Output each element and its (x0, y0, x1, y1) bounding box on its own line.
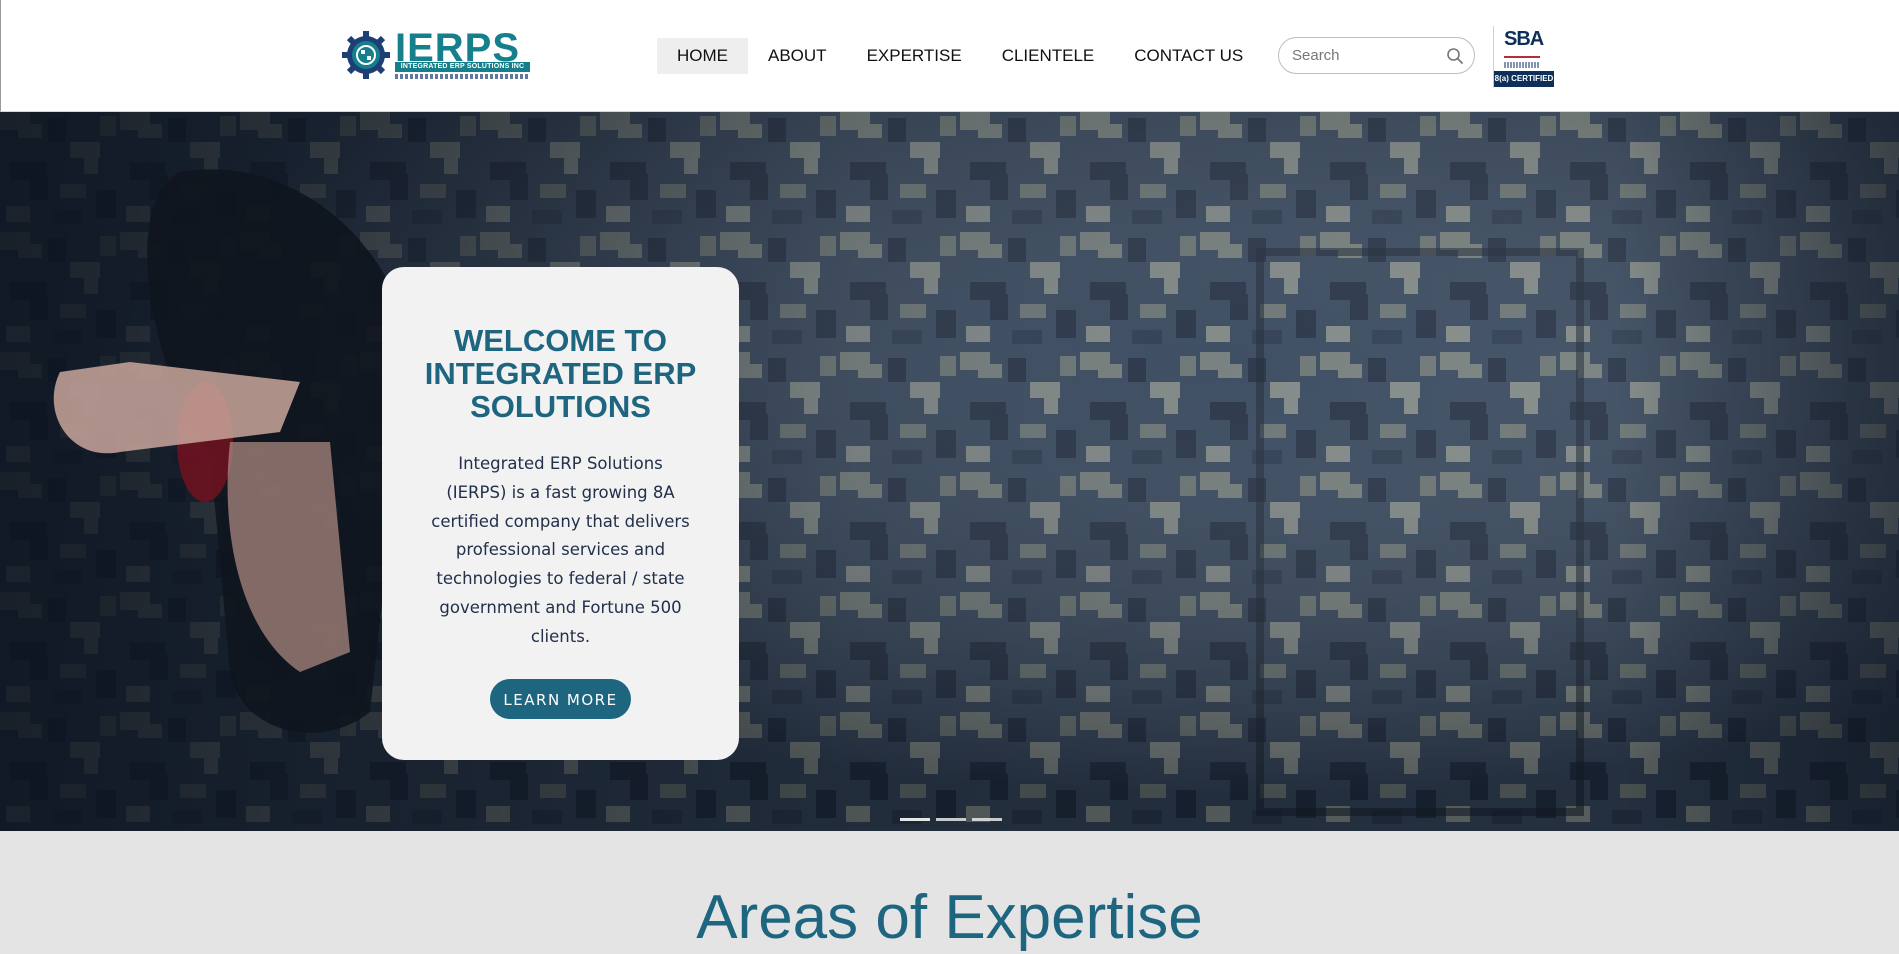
search-box[interactable] (1278, 37, 1475, 74)
hero-background-image (0, 112, 1899, 831)
slider-indicators (900, 818, 1002, 821)
nav-item-clientele[interactable]: CLIENTELE (982, 38, 1115, 74)
main-nav: HOME ABOUT EXPERTISE CLIENTELE CONTACT US (657, 38, 1263, 74)
search-input[interactable] (1292, 38, 1442, 73)
hero-title: WELCOME TO INTEGRATED ERP SOLUTIONS (424, 323, 697, 424)
ierps-logo[interactable]: IERPS INTEGRATED ERP SOLUTIONS INC (341, 28, 531, 84)
search-icon[interactable] (1446, 47, 1464, 65)
sba-divider (1504, 56, 1540, 58)
learn-more-button[interactable]: LEARN MORE (490, 679, 631, 719)
site-header: IERPS INTEGRATED ERP SOLUTIONS INC HOME A… (0, 0, 1899, 112)
logo-subtitle: INTEGRATED ERP SOLUTIONS INC (395, 62, 530, 72)
nav-item-about[interactable]: ABOUT (748, 38, 847, 74)
section-heading: Areas of Expertise (696, 883, 1203, 952)
nav-item-contact-us[interactable]: CONTACT US (1114, 38, 1263, 74)
sba-certification-badge: SBA 8(a) CERTIFIED (1493, 26, 1554, 88)
gear-logo-icon (342, 31, 390, 79)
nav-item-home[interactable]: HOME (657, 38, 748, 74)
slide-indicator-3[interactable] (972, 818, 1002, 821)
slide-indicator-2[interactable] (936, 818, 966, 821)
sba-badge-label: 8(a) CERTIFIED (1494, 71, 1554, 87)
sba-logo: SBA (1504, 28, 1544, 50)
sba-fineprint (1504, 62, 1540, 68)
slide-indicator-1[interactable] (900, 818, 930, 821)
welcome-card: WELCOME TO INTEGRATED ERP SOLUTIONS Inte… (382, 267, 739, 760)
logo-tagline-graphic (395, 74, 530, 79)
nav-item-expertise[interactable]: EXPERTISE (847, 38, 982, 74)
hero-slider: WELCOME TO INTEGRATED ERP SOLUTIONS Inte… (0, 112, 1899, 831)
hero-description: Integrated ERP Solutions (IERPS) is a fa… (431, 454, 690, 646)
